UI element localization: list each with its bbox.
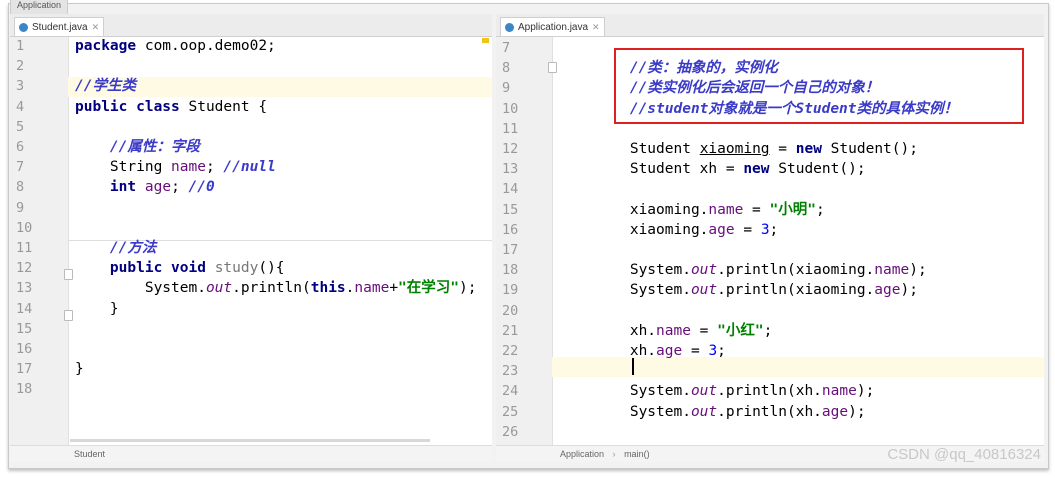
code-line[interactable]: Student xh = new Student(); <box>560 159 866 179</box>
line-number: 3 <box>16 78 25 95</box>
breadcrumb-class[interactable]: Student <box>74 449 105 459</box>
line-number: 13 <box>502 161 519 178</box>
annotation-highlight-box <box>614 48 1024 124</box>
code-line[interactable]: xh.name = "小红"; <box>560 321 773 341</box>
line-number: 9 <box>502 80 511 97</box>
code-line[interactable]: xh.age = 3; <box>560 341 726 361</box>
fold-icon[interactable] <box>64 269 73 280</box>
line-number: 24 <box>502 383 519 400</box>
code-line[interactable]: System.out.println(xiaoming.name); <box>560 260 927 280</box>
code-line[interactable]: System.out.println(xiaoming.age); <box>560 280 918 300</box>
fold-icon[interactable] <box>64 310 73 321</box>
line-number: 5 <box>16 118 25 135</box>
line-number: 18 <box>502 262 519 279</box>
horizontal-scrollbar[interactable] <box>70 439 430 442</box>
code-line[interactable]: System.out.println(this.name+"在学习"); <box>75 278 477 298</box>
left-breadcrumb-bar: Student <box>10 445 492 462</box>
line-number: 21 <box>502 322 519 339</box>
line-number: 16 <box>16 341 33 357</box>
line-number: 17 <box>16 361 33 378</box>
left-editor-pane: Student.java ✕ 1 package com.oop.demo02; 2… <box>10 14 492 462</box>
line-number: 23 <box>502 363 519 380</box>
line-number: 4 <box>16 98 25 115</box>
line-number: 20 <box>502 302 519 319</box>
line-number: 14 <box>502 181 519 198</box>
code-line[interactable]: } <box>75 299 119 319</box>
code-line[interactable]: Student xiaoming = new Student(); <box>560 139 918 159</box>
line-number: 22 <box>502 343 519 359</box>
line-number: 17 <box>502 242 519 258</box>
line-number: 11 <box>502 120 519 137</box>
class-icon <box>19 22 28 32</box>
line-number: 8 <box>16 179 25 196</box>
line-number: 15 <box>16 320 33 337</box>
breadcrumb-method[interactable]: main() <box>624 449 650 459</box>
line-number: 1 <box>16 38 25 54</box>
tab-label: Application.java <box>518 21 589 33</box>
code-line[interactable]: System.out.println(xh.name); <box>560 381 874 401</box>
line-number: 8 <box>502 60 511 77</box>
warning-marker-icon <box>482 38 489 43</box>
line-number: 10 <box>502 100 519 117</box>
code-line[interactable]: //学生类 <box>75 76 136 96</box>
line-number: 10 <box>16 219 33 236</box>
code-line[interactable]: xiaoming.name = "小明"; <box>560 200 825 220</box>
code-line[interactable]: //属性：字段 <box>75 137 200 157</box>
close-icon[interactable]: ✕ <box>592 22 600 33</box>
code-line[interactable]: package com.oop.demo02; <box>75 36 276 56</box>
breadcrumb-class[interactable]: Application <box>560 449 604 459</box>
right-tab-bar: Application.java ✕ <box>496 14 1044 37</box>
code-line[interactable]: public void study(){ <box>75 258 285 278</box>
code-line[interactable]: System.out.println(xh.age); <box>560 402 866 422</box>
watermark: CSDN @qq_40816324 <box>887 446 1041 463</box>
breadcrumb-separator-icon: › <box>612 449 616 459</box>
line-number: 7 <box>502 40 511 56</box>
line-number: 7 <box>16 159 25 176</box>
close-icon[interactable]: ✕ <box>92 22 100 33</box>
code-line[interactable]: int age; //0 <box>75 177 215 197</box>
line-number: 13 <box>16 280 33 297</box>
code-line[interactable]: } <box>75 359 84 379</box>
code-line[interactable]: public class Student { <box>75 97 267 117</box>
line-number: 19 <box>502 282 519 299</box>
line-number: 25 <box>502 403 519 420</box>
line-number: 14 <box>16 300 33 317</box>
line-number: 26 <box>502 423 519 440</box>
app-title-tab: Application <box>10 0 69 15</box>
line-number: 9 <box>16 199 25 216</box>
tab-student-java[interactable]: Student.java ✕ <box>14 17 105 36</box>
code-line[interactable]: //方法 <box>75 238 156 258</box>
line-number: 11 <box>16 240 33 256</box>
code-line[interactable]: xiaoming.age = 3; <box>560 220 778 240</box>
tab-label: Student.java <box>32 21 88 33</box>
text-caret <box>632 358 634 375</box>
line-number: 2 <box>16 58 25 75</box>
code-line[interactable]: String name; //null <box>75 157 276 177</box>
line-number: 18 <box>16 381 33 398</box>
line-number: 12 <box>16 260 33 277</box>
line-number: 12 <box>502 141 519 157</box>
class-icon <box>505 22 514 32</box>
line-number: 16 <box>502 221 519 238</box>
fold-icon[interactable] <box>548 62 557 73</box>
left-tab-bar: Student.java ✕ <box>10 14 492 37</box>
line-number: 6 <box>16 139 25 155</box>
line-number: 15 <box>502 201 519 218</box>
tab-application-java[interactable]: Application.java ✕ <box>500 17 605 36</box>
